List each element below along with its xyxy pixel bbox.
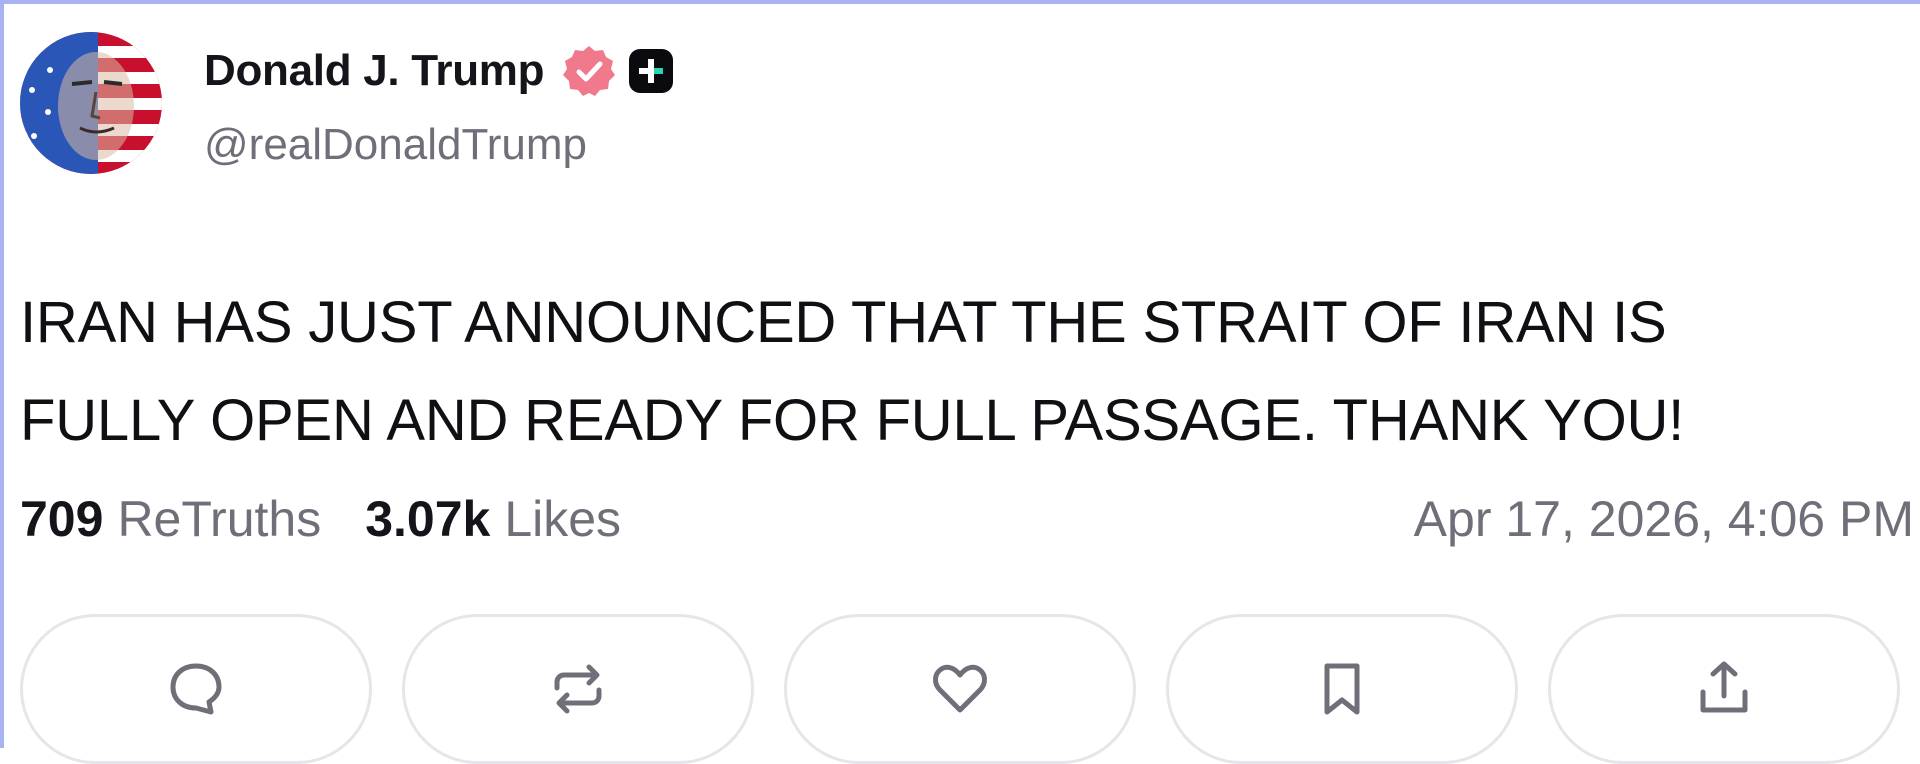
bookmark-button[interactable]: [1166, 614, 1518, 764]
bookmark-icon: [1324, 663, 1360, 715]
like-button[interactable]: [784, 614, 1136, 764]
action-bar: [20, 614, 1900, 764]
retruth-button[interactable]: [402, 614, 754, 764]
share-button[interactable]: [1548, 614, 1900, 764]
avatar-image: [20, 32, 162, 174]
author-handle[interactable]: @realDonaldTrump: [204, 120, 587, 170]
post-stats: 709 ReTruths 3.07k Likes: [20, 490, 621, 548]
retruths-stat[interactable]: 709 ReTruths: [20, 490, 321, 548]
author-row: Donald J. Trump: [204, 44, 674, 98]
like-heart-icon: [933, 664, 987, 713]
likes-count: 3.07k: [365, 491, 491, 547]
post-text-line: IRAN HAS JUST ANNOUNCED THAT THE STRAIT …: [20, 290, 1667, 355]
likes-stat[interactable]: 3.07k Likes: [365, 490, 621, 548]
author-name[interactable]: Donald J. Trump: [204, 46, 545, 96]
post-body: IRAN HAS JUST ANNOUNCED THAT THE STRAIT …: [20, 274, 1880, 470]
reply-button[interactable]: [20, 614, 372, 764]
post-timestamp[interactable]: Apr 17, 2026, 4:06 PM: [1414, 490, 1914, 548]
retruths-count: 709: [20, 491, 104, 547]
share-icon: [1700, 661, 1748, 713]
retruth-icon: [554, 664, 602, 714]
likes-label: Likes: [504, 491, 622, 547]
avatar[interactable]: [20, 32, 162, 174]
post-card: Donald J. Trump @realDonaldTrump IRAN HA…: [0, 0, 1920, 764]
retruths-label: ReTruths: [117, 491, 322, 547]
plus-badge-icon: [629, 49, 674, 93]
reply-icon: [170, 663, 222, 715]
verified-check-icon: [563, 46, 616, 96]
post-text-line: FULLY OPEN AND READY FOR FULL PASSAGE. T…: [20, 388, 1685, 453]
